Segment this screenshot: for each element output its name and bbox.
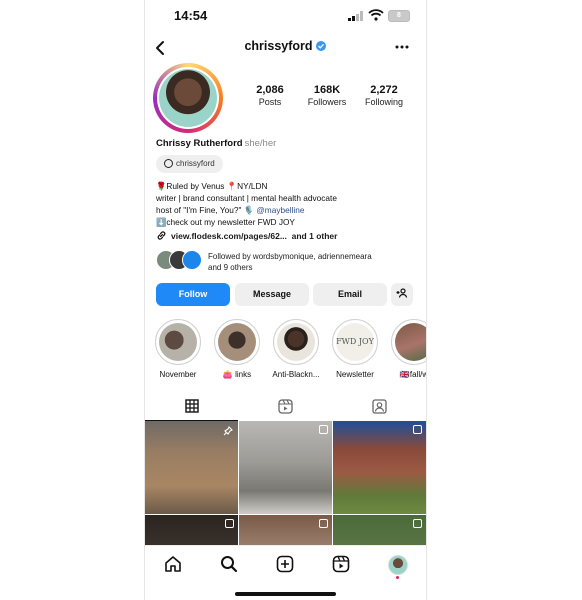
highlight-cover [395,323,426,361]
highlight-item[interactable]: 👛 links [212,319,262,379]
followed-by-line: and 9 others [208,263,253,272]
stat-followers[interactable]: 168K Followers [297,84,357,107]
username-text: chrissyford [244,39,313,53]
threads-badge[interactable]: chrissyford [156,155,223,173]
followers-count: 168K [313,84,341,96]
bio-line: ⬇️check out my newsletter FWD JOY [156,217,295,227]
reels-icon [278,399,293,414]
battery-icon: 8 [388,10,410,22]
full-name: Chrissy Rutherford she/her [156,138,276,149]
followers-label: Followers [307,97,347,107]
threads-handle: chrissyford [176,159,215,168]
avatar [182,250,202,270]
bio-link-url: view.flodesk.com/pages/62... [171,231,287,241]
posts-label: Posts [258,97,282,107]
profile-username: chrissyford [205,39,365,53]
profile-tab-avatar[interactable] [388,555,408,575]
following-count: 2,272 [370,84,398,96]
posts-grid [145,421,426,545]
tab-reels[interactable] [239,394,332,420]
status-time: 14:54 [174,8,208,23]
highlight-cover [218,323,256,361]
home-indicator [235,592,336,596]
highlight-item[interactable]: Anti-Blackn... [271,319,321,379]
threads-icon [164,159,173,168]
highlight-label: 🇬🇧fall/w [399,370,427,379]
tab-tagged[interactable] [333,394,426,420]
post-thumbnail[interactable] [333,421,426,514]
tagged-person-icon [372,399,387,414]
wifi-icon [368,9,384,21]
followed-by-text[interactable]: Followed by wordsbymonique, adriennemear… [208,251,372,273]
highlight-cover: FWD JOY [336,323,374,361]
message-button[interactable]: Message [235,283,309,306]
highlight-item[interactable]: November [153,319,203,379]
post-thumbnail[interactable] [239,515,332,545]
mutual-followers-avatars[interactable] [156,250,202,270]
phone-screen: 14:54 8 chrissyford 2,086 Posts 168K Fol… [144,0,427,600]
search-icon[interactable] [219,554,239,574]
bio-link-more: and 1 other [291,231,338,241]
pronouns: she/her [244,138,277,149]
highlight-label: November [159,370,197,379]
avatar-photo [159,69,217,127]
add-person-icon [396,288,408,298]
grid-icon [185,399,199,413]
following-label: Following [364,97,404,107]
bio: 🌹Ruled by Venus 📍NY/LDN writer | brand co… [156,180,337,228]
highlight-label: Newsletter [336,370,374,379]
highlight-label: Anti-Blackn... [272,370,320,379]
content-tabs [145,394,426,421]
follow-button[interactable]: Follow [156,283,230,306]
pin-icon [223,426,233,436]
notification-dot [396,576,399,579]
carousel-icon [413,519,422,528]
bottom-navigation [145,545,426,584]
post-thumbnail[interactable] [239,421,332,514]
cellular-signal-icon [348,11,363,21]
stat-posts[interactable]: 2,086 Posts [240,84,300,107]
highlight-item[interactable]: 🇬🇧fall/w [389,319,427,379]
highlight-cover [159,323,197,361]
back-arrow-icon[interactable] [153,40,167,56]
bio-line: host of "I'm Fine, You?" 🎙️ [156,205,257,215]
carousel-icon [319,425,328,434]
suggested-users-button[interactable] [391,283,413,306]
carousel-icon [225,519,234,528]
bio-mention-link[interactable]: @maybelline [256,205,304,215]
post-thumbnail[interactable] [145,515,238,545]
verified-badge-icon [315,41,326,51]
bio-link[interactable]: view.flodesk.com/pages/62... and 1 other [156,230,337,241]
highlight-item[interactable]: FWD JOY Newsletter [330,319,380,379]
post-thumbnail[interactable] [333,515,426,545]
full-name-text: Chrissy Rutherford [156,138,243,149]
highlight-cover [277,323,315,361]
more-options-icon[interactable] [395,40,409,54]
stat-following[interactable]: 2,272 Following [354,84,414,107]
highlight-label: 👛 links [222,370,252,379]
followed-by-line: Followed by wordsbymonique, adriennemear… [208,252,372,261]
posts-count: 2,086 [256,84,284,96]
link-icon [157,231,166,240]
bio-line: 🌹Ruled by Venus 📍NY/LDN [156,181,268,191]
create-post-icon[interactable] [275,554,295,574]
email-button[interactable]: Email [313,283,387,306]
carousel-icon [319,519,328,528]
tab-posts-grid[interactable] [145,394,238,421]
profile-avatar[interactable] [153,63,223,133]
home-icon[interactable] [163,554,183,574]
post-thumbnail[interactable] [145,421,238,514]
reels-icon[interactable] [331,554,351,574]
bio-line: writer | brand consultant | mental healt… [156,193,337,203]
carousel-icon [413,425,422,434]
